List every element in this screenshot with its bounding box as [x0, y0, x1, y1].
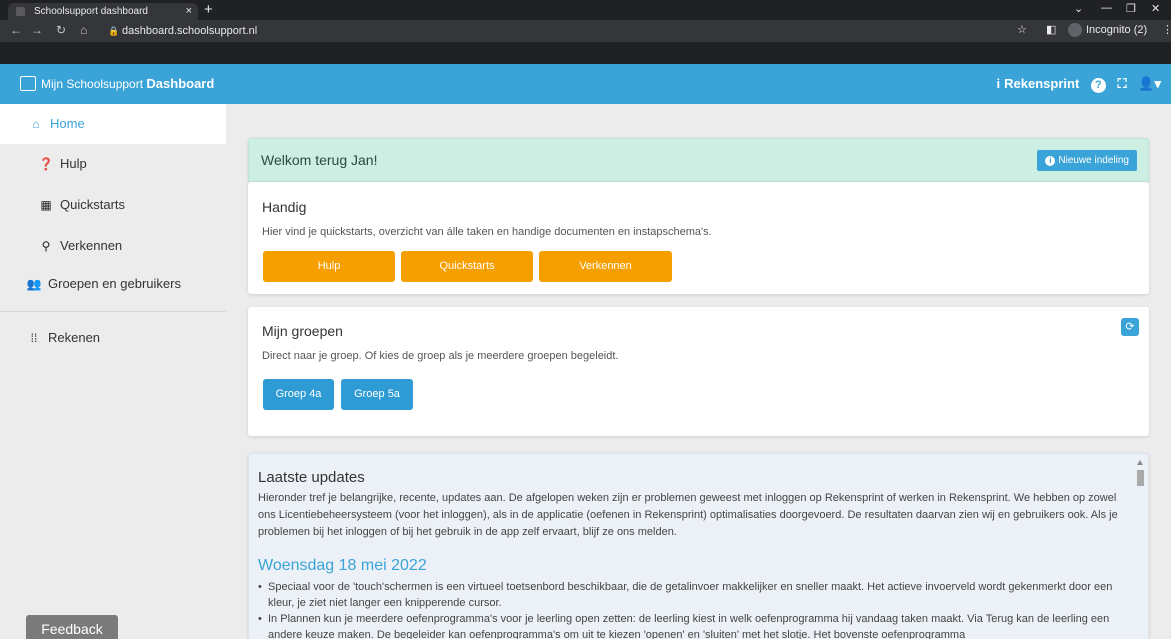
app-navbar: Mijn Schoolsupport Dashboard i Rekensprin… — [0, 64, 1171, 104]
navbar-right: i Rekensprint ? ⛶ 👤▾ — [989, 76, 1161, 93]
sidebar-item-label: Hulp — [60, 156, 87, 171]
reload-icon[interactable]: ↻ — [56, 23, 66, 37]
groepen-description: Direct naar je groep. Of kies de groep a… — [262, 350, 619, 362]
sidebar-item-rekenen[interactable]: ⁞⁞ Rekenen — [0, 318, 226, 358]
users-icon: 👥 — [26, 277, 42, 291]
group-4a-button[interactable]: Groep 4a — [263, 379, 334, 410]
brand-prefix: Mijn Schoolsupport — [41, 77, 144, 91]
bookmark-star-icon[interactable]: ☆ — [1017, 23, 1027, 36]
sidebar-item-quickstarts[interactable]: ▦ Quickstarts — [0, 185, 226, 225]
handig-title: Handig — [262, 199, 307, 215]
forward-icon[interactable]: → — [31, 23, 43, 37]
group-5a-button[interactable]: Groep 5a — [341, 379, 413, 410]
browser-divider — [0, 42, 1171, 64]
sidebar: ⌂ Home ❓ Hulp ▦ Quickstarts ⚲ Verkennen 👥 Gro… — [0, 104, 226, 639]
sidebar-item-label: Groepen en gebruikers — [48, 276, 181, 291]
tab-title: Schoolsupport dashboard — [34, 6, 148, 17]
sidebar-item-groepen[interactable]: 👥 Groepen en gebruikers — [0, 264, 226, 304]
sidebar-item-hulp[interactable]: ❓ Hulp — [0, 144, 226, 184]
browser-address-bar: ← → ↻ ⌂ 🔒 dashboard.schoolsupport.nl ☆ ◧… — [0, 20, 1171, 42]
incognito-icon — [1068, 23, 1082, 37]
welcome-text: Welkom terug Jan! — [261, 152, 378, 168]
groepen-title: Mijn groepen — [262, 323, 343, 339]
browser-tab-bar: Schoolsupport dashboard × + ⌄ — ❐ ✕ — [0, 0, 1171, 20]
scroll-thumb[interactable] — [1137, 470, 1144, 486]
handig-description: Hier vind je quickstarts, overzicht van … — [262, 226, 712, 238]
sidepanel-icon[interactable]: ◧ — [1046, 23, 1056, 36]
grid-dots-icon: ⁞⁞ — [30, 331, 38, 345]
tab-close-icon[interactable]: × — [186, 3, 192, 20]
updates-list: Speciaal voor de 'touch'schermen is een … — [258, 579, 1128, 639]
new-layout-label: Nieuwe indeling — [1058, 155, 1129, 166]
welcome-panel: Welkom terug Jan! i Nieuwe indeling — [248, 138, 1149, 182]
info-icon: i — [1045, 156, 1056, 166]
sidebar-divider — [0, 311, 226, 312]
browser-tab[interactable]: Schoolsupport dashboard × — [8, 3, 198, 20]
sidebar-item-label: Rekenen — [48, 330, 101, 345]
updates-panel: Laatste updates Hieronder tref je belang… — [248, 453, 1149, 639]
lock-icon: 🔒 — [108, 26, 120, 36]
favicon-icon — [16, 7, 25, 16]
question-icon: ❓ — [38, 157, 54, 171]
quickstarts-button[interactable]: Quickstarts — [401, 251, 533, 282]
fullscreen-icon[interactable]: ⛶ — [1118, 76, 1127, 91]
info-icon: i — [996, 76, 1001, 91]
binoculars-icon: ⚲ — [41, 239, 51, 253]
sidebar-item-verkennen[interactable]: ⚲ Verkennen — [0, 226, 226, 266]
sidebar-item-label: Verkennen — [60, 238, 123, 253]
feedback-button[interactable]: Feedback — [26, 615, 118, 639]
updates-title: Laatste updates — [258, 469, 365, 486]
new-tab-icon[interactable]: + — [204, 1, 213, 18]
main-content: Welkom terug Jan! i Nieuwe indeling Handi… — [226, 104, 1171, 639]
refresh-button[interactable]: ⟳ — [1121, 318, 1139, 336]
app-name[interactable]: Rekensprint — [1004, 76, 1079, 91]
file-icon: ▦ — [40, 198, 52, 212]
logo-icon — [20, 76, 36, 91]
chevron-down-icon[interactable]: ⌄ — [1074, 2, 1083, 15]
home-icon[interactable]: ⌂ — [80, 23, 87, 37]
updates-date: Woensdag 18 mei 2022 — [258, 557, 427, 574]
sidebar-item-label: Home — [50, 116, 85, 131]
browser-menu-icon[interactable]: ⋮ — [1162, 23, 1171, 36]
scrollbar[interactable] — [1137, 460, 1144, 639]
incognito-button[interactable]: Incognito (2) — [1068, 23, 1147, 37]
new-layout-button[interactable]: i Nieuwe indeling — [1037, 150, 1137, 171]
home-icon: ⌂ — [32, 117, 40, 131]
close-window-icon[interactable]: ✕ — [1151, 2, 1160, 15]
restore-icon[interactable]: ❐ — [1126, 2, 1136, 15]
url-text: dashboard.schoolsupport.nl — [122, 25, 258, 37]
minimize-icon[interactable]: — — [1101, 2, 1112, 14]
back-icon[interactable]: ← — [10, 23, 22, 37]
help-icon[interactable]: ? — [1090, 78, 1106, 93]
sidebar-item-label: Quickstarts — [60, 197, 126, 212]
groepen-panel: Mijn groepen Direct naar je groep. Of ki… — [248, 307, 1149, 436]
verkennen-button[interactable]: Verkennen — [539, 251, 672, 282]
sidebar-item-home[interactable]: ⌂ Home — [0, 104, 226, 144]
hulp-button[interactable]: Hulp — [263, 251, 395, 282]
scroll-up-icon[interactable] — [1137, 460, 1143, 465]
list-item: Speciaal voor de 'touch'schermen is een … — [258, 579, 1128, 611]
updates-intro: Hieronder tref je belangrijke, recente, … — [258, 492, 1118, 538]
user-menu-icon[interactable]: 👤▾ — [1138, 76, 1161, 91]
brand[interactable]: Mijn Schoolsupport Dashboard — [20, 76, 214, 91]
url-bar[interactable]: 🔒 dashboard.schoolsupport.nl — [108, 22, 998, 40]
brand-bold: Dashboard — [146, 76, 215, 91]
incognito-label: Incognito (2) — [1086, 23, 1148, 36]
list-item: In Plannen kun je meerdere oefenprogramm… — [258, 611, 1128, 639]
